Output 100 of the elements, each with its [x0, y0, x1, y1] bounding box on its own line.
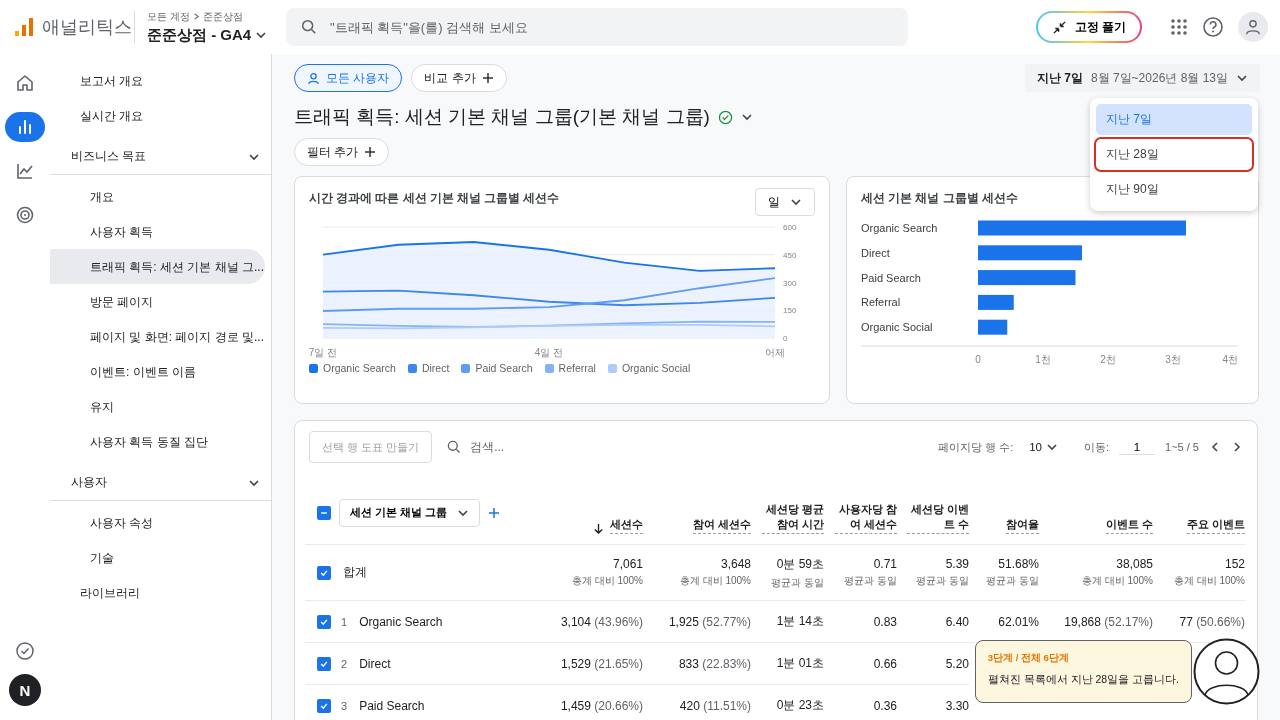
sort-arrow-icon[interactable]	[593, 523, 604, 534]
search-icon	[300, 18, 318, 36]
total-label: 합계	[343, 564, 367, 581]
axis-label: 4일 전	[534, 347, 564, 358]
axis-label: 0	[975, 354, 981, 365]
add-dimension-icon[interactable]	[488, 506, 501, 519]
menu-item[interactable]: 지난 28일	[1096, 139, 1252, 170]
checkbox[interactable]	[317, 565, 331, 580]
nav-item[interactable]: 개요	[50, 179, 265, 214]
checkbox[interactable]	[317, 614, 331, 629]
table-cell: 3,104 (43.96%)	[560, 614, 643, 629]
nav-item[interactable]: 사용자 속성	[50, 505, 265, 540]
bar-label: Direct	[861, 246, 890, 259]
plus-icon	[481, 72, 494, 84]
nav-item[interactable]: 유지	[50, 389, 265, 424]
table-cell: 1,925 (52.77%)	[668, 614, 751, 629]
checkbox[interactable]	[317, 505, 331, 520]
nav-item[interactable]: 라이브러리	[50, 575, 265, 610]
column-header[interactable]: 주요 이벤트	[1186, 517, 1245, 534]
legend-label: Referral	[558, 362, 596, 374]
rail-button[interactable]	[5, 112, 45, 142]
account-avatar[interactable]	[1238, 12, 1268, 42]
legend-label: Paid Search	[475, 362, 533, 374]
cell-note: 총계 대비 100%	[1173, 574, 1245, 588]
table-cell: 0분 59초	[776, 555, 824, 573]
menu-item[interactable]: 지난 7일	[1096, 104, 1252, 135]
table-cell: 3.30	[945, 698, 969, 713]
nav-item[interactable]: 실시간 개요	[50, 98, 265, 133]
search-icon	[446, 439, 463, 455]
property-selector[interactable]: 준준상점 - GA4	[147, 25, 287, 45]
table-cell: 77 (50.66%)	[1179, 614, 1245, 629]
axis-label: 0	[783, 334, 788, 343]
axis-label: 7일 전	[309, 347, 338, 358]
nav-item[interactable]: 방문 페이지	[50, 284, 265, 319]
column-header[interactable]: 참여 세션수	[692, 517, 751, 534]
step-label: 3단계 / 전체 6단계	[987, 652, 1070, 665]
bar	[978, 294, 1014, 310]
table-cell: Organic Search	[359, 614, 443, 629]
home-icon	[15, 73, 35, 93]
card-title: 세션 기본 채널 그룹별 세션수	[861, 191, 1018, 206]
cell-note: 총계 대비 100%	[571, 574, 643, 588]
add-comparison-button[interactable]: 비교 추가	[411, 64, 507, 92]
table-cell: 0.71	[873, 557, 897, 571]
previous-page-icon[interactable]	[1209, 441, 1221, 453]
table-cell: Direct	[359, 656, 391, 671]
axis-label: 3천	[1165, 354, 1181, 365]
table-cell: 420 (11.51%)	[679, 698, 751, 713]
nav-item[interactable]: 사용자 획득 동질 집단	[50, 424, 265, 459]
breadcrumb-link[interactable]: 모든 계정	[147, 9, 190, 24]
column-header[interactable]: 세션당 이벤트 수	[907, 502, 969, 534]
table-cell: 19,868 (52.17%)	[1064, 614, 1153, 629]
page-range: 1~5 / 5	[1165, 441, 1199, 453]
bar-label: Paid Search	[861, 271, 921, 284]
user-badge[interactable]: N	[9, 674, 41, 706]
table-cell: 51.68%	[998, 557, 1039, 571]
rows-per-page-dropdown[interactable]: 10	[1023, 440, 1064, 454]
check-circle-icon	[15, 641, 35, 661]
menu-item[interactable]: 지난 90일	[1096, 174, 1252, 205]
table-cell: 5.39	[945, 557, 969, 571]
legend-label: Direct	[421, 362, 450, 374]
apps-icon[interactable]	[1170, 18, 1188, 36]
nav-item[interactable]: 페이지 및 화면: 페이지 경로 및...	[50, 319, 265, 354]
dimension-dropdown[interactable]: 세션 기본 채널 그룹	[339, 498, 481, 527]
segment-chip[interactable]: 모든 사용자	[294, 64, 403, 92]
table-cell: 0.66	[873, 656, 897, 671]
nav-item[interactable]: 사용자 획득	[50, 214, 265, 249]
breadcrumb-link[interactable]: 준준상점	[202, 9, 243, 24]
plus-icon	[364, 146, 377, 158]
table-cell: 1,459 (20.66%)	[560, 698, 643, 713]
logo-icon	[14, 17, 34, 37]
column-header[interactable]: 참여율	[1006, 517, 1039, 534]
nav-item[interactable]: 보고서 개요	[50, 63, 265, 98]
table-cell: 7,061	[612, 557, 643, 571]
axis-label: 4천	[1222, 354, 1238, 365]
column-header[interactable]: 사용자당 참여 세션수	[835, 502, 897, 534]
next-page-icon[interactable]	[1231, 441, 1243, 453]
column-header[interactable]: 세션당 평균 참여 시간	[762, 502, 824, 534]
page-title: 트래픽 획득: 세션 기본 채널 그룹(기본 채널 그룹)	[294, 105, 710, 129]
cell-note: 평균과 동일	[844, 574, 897, 588]
card-title: 시간 경과에 따른 세션 기본 채널 그룹별 세션수	[309, 191, 560, 206]
checkbox[interactable]	[317, 698, 331, 713]
add-filter-button[interactable]: 필터 추가	[294, 138, 390, 166]
column-header[interactable]: 세션수	[610, 517, 643, 534]
nav-item[interactable]: 이벤트: 이벤트 이름	[50, 354, 265, 389]
chevron-down-icon	[790, 196, 802, 208]
axis-label: 2천	[1100, 354, 1116, 365]
legend-label: Organic Search	[323, 362, 396, 374]
interval-dropdown[interactable]: 일	[755, 188, 815, 216]
help-icon[interactable]	[1202, 16, 1224, 38]
nav-item[interactable]: 트래픽 획득: 세션 기본 채널 그...	[50, 249, 265, 284]
cell-note: 평균과 동일	[986, 574, 1039, 588]
date-range-button[interactable]: 지난 7일 8월 7일~2026년 8월 13일	[1024, 64, 1260, 92]
nav-item[interactable]: 기술	[50, 540, 265, 575]
bar-label: Referral	[861, 296, 901, 309]
bar-label: Organic Social	[861, 321, 933, 334]
page-input[interactable]: 1	[1119, 439, 1156, 455]
checkbox[interactable]	[317, 656, 331, 671]
chevron-right-icon	[192, 13, 200, 20]
axis-label: 450	[783, 250, 797, 260]
column-header[interactable]: 이벤트 수	[1105, 517, 1153, 534]
